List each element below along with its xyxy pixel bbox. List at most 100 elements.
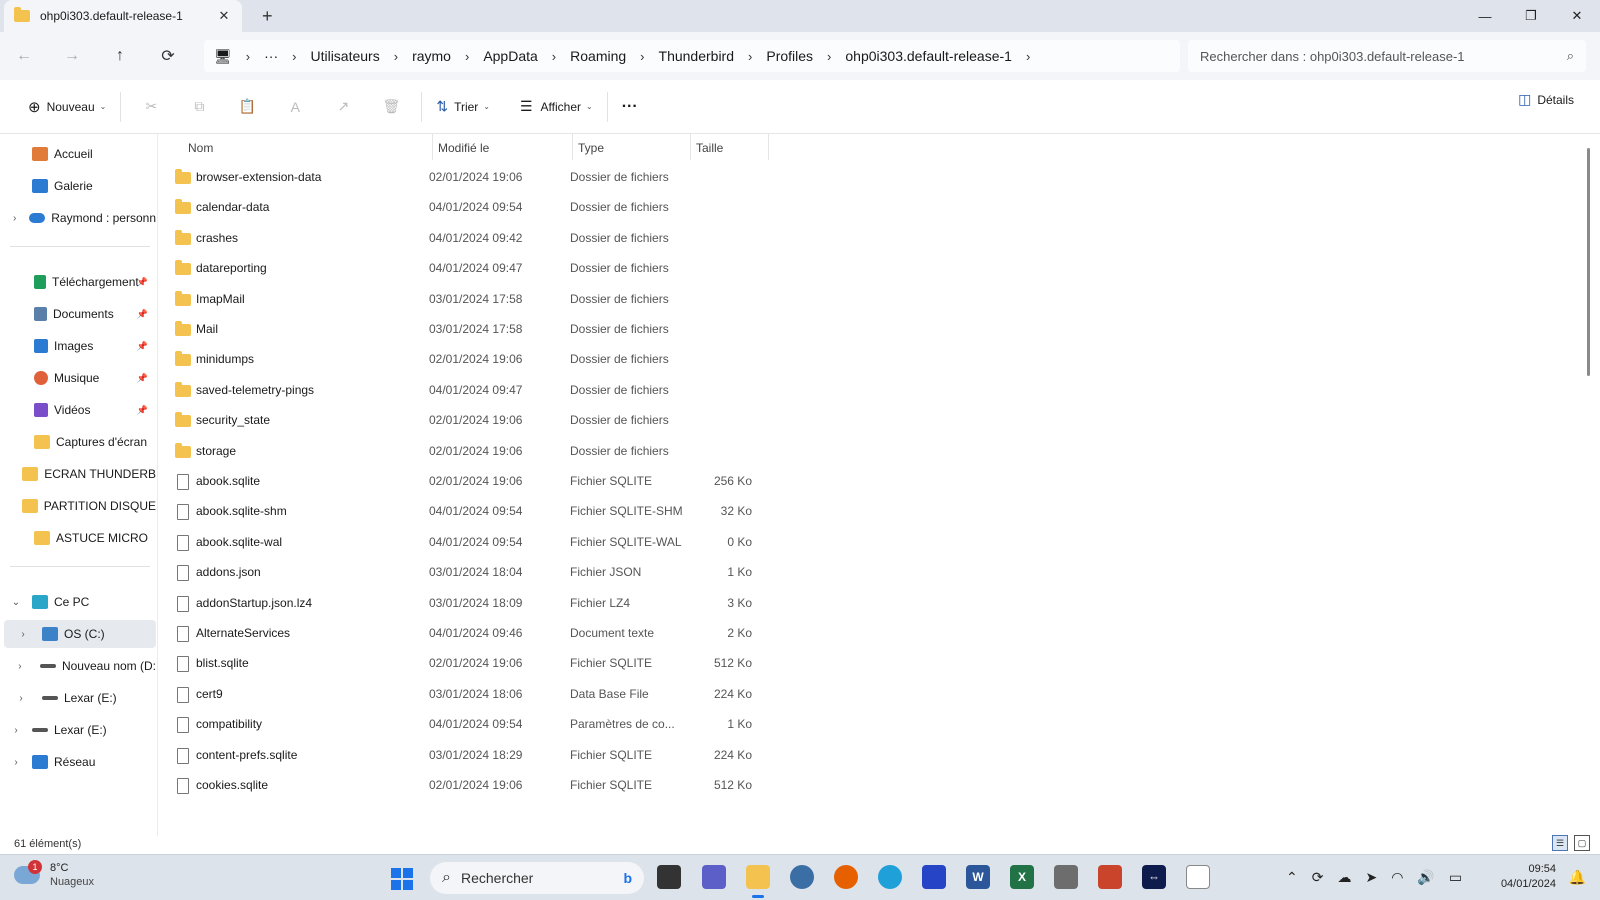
share-button[interactable]: ↗ [319,91,367,123]
expand-chevron-icon[interactable]: › [0,757,32,768]
edge-icon[interactable] [878,865,902,889]
details-pane-button[interactable]: ◫ Détails [1518,91,1574,108]
tiles-view-button[interactable]: ▢ [1574,835,1590,851]
up-button[interactable]: ↑ [96,36,144,76]
start-button[interactable] [391,868,413,890]
file-row[interactable]: storage 02/01/2024 19:06 Dossier de fichie… [158,436,1578,466]
more-options-button[interactable]: ··· [614,91,646,123]
breadcrumb-ellipsis[interactable]: ··· [264,48,278,64]
file-row[interactable]: addonStartup.json.lz4 03/01/2024 18:09 Fic… [158,588,1578,618]
onedrive-tray-icon[interactable]: ☁ [1337,869,1351,886]
pin-icon[interactable]: 📌 [137,277,148,288]
expand-chevron-icon[interactable]: › [4,629,42,640]
new-tab-button[interactable]: + [262,6,273,27]
cut-button[interactable]: ✂ [127,91,175,123]
rename-button[interactable]: A [271,91,319,123]
file-row[interactable]: browser-extension-data 02/01/2024 19:06 Do… [158,162,1578,192]
breadcrumb-item-current[interactable]: ohp0i303.default-release-1 [845,48,1012,64]
file-row[interactable]: security_state 02/01/2024 19:06 Dossier de… [158,405,1578,435]
file-row[interactable]: saved-telemetry-pings 04/01/2024 09:47 Dos… [158,375,1578,405]
computer-icon[interactable]: 🖥 [214,48,232,65]
delete-button[interactable]: 🗑 [367,91,415,123]
word-icon[interactable]: W [966,865,990,889]
breadcrumb-separator[interactable]: › [394,49,398,64]
file-row[interactable]: abook.sqlite-shm 04/01/2024 09:54 Fichier … [158,496,1578,526]
weather-widget[interactable]: 1 8°C Nuageux [14,860,94,889]
forward-button[interactable]: → [48,36,96,76]
expand-chevron-icon[interactable]: › [0,693,42,704]
breadcrumb-separator[interactable]: › [465,49,469,64]
file-explorer-icon[interactable] [746,865,770,889]
close-tab-icon[interactable]: ✕ [216,8,232,24]
breadcrumb-separator[interactable]: › [1026,49,1030,64]
sidebar-item-lexar-e-root[interactable]: › Lexar (E:) [0,716,156,744]
show-hidden-icons-icon[interactable]: ⌃ [1286,869,1298,886]
breadcrumb-separator[interactable]: › [292,49,296,64]
file-row[interactable]: datareporting 04/01/2024 09:47 Dossier de … [158,253,1578,283]
file-row[interactable]: blist.sqlite 02/01/2024 19:06 Fichier SQLI… [158,648,1578,678]
column-divider[interactable] [768,134,769,160]
sidebar-item-ce-pc[interactable]: ⌄ Ce PC [0,588,156,616]
sidebar-item-captures[interactable]: Captures d'écran [0,428,156,456]
sidebar-item-reseau[interactable]: › Réseau [0,748,156,776]
collapse-chevron-icon[interactable]: ⌄ [0,597,32,608]
file-row[interactable]: ImapMail 03/01/2024 17:58 Dossier de fichi… [158,284,1578,314]
expand-chevron-icon[interactable]: › [0,725,32,736]
column-header-type[interactable]: Type [572,134,690,162]
expand-chevron-icon[interactable]: › [0,661,40,672]
column-header-size[interactable]: Taille [690,134,768,162]
sidebar-item-galerie[interactable]: Galerie [0,172,156,200]
breadcrumb-separator[interactable]: › [827,49,831,64]
volume-icon[interactable]: 🔊 [1417,869,1434,886]
file-row[interactable]: minidumps 02/01/2024 19:06 Dossier de fich… [158,344,1578,374]
taskbar-search[interactable]: ⌕ Rechercher b [430,862,644,894]
sidebar-item-accueil[interactable]: Accueil [0,140,156,168]
breadcrumb-item-thunderbird[interactable]: Thunderbird [659,48,735,64]
sort-button[interactable]: ⇅ Trier ⌄ [428,91,498,123]
notification-bell-icon[interactable]: 🔔 [1569,869,1586,886]
column-header-name[interactable]: Nom [182,134,426,162]
sidebar-item-lexar-e[interactable]: › Lexar (E:) [0,684,156,712]
breadcrumb[interactable]: 🖥 › ··· › Utilisateurs › raymo › AppData… [204,40,1180,72]
file-row[interactable]: abook.sqlite 02/01/2024 19:06 Fichier SQLI… [158,466,1578,496]
pin-icon[interactable]: 📌 [137,405,148,416]
search-input[interactable]: Rechercher dans : ohp0i303.default-relea… [1188,40,1586,72]
column-header-modified[interactable]: Modifié le [432,134,572,162]
sidebar-item-onedrive[interactable]: › Raymond : personn [0,204,156,232]
close-window-button[interactable]: ✕ [1554,0,1600,32]
breadcrumb-item-utilisateurs[interactable]: Utilisateurs [310,48,379,64]
vertical-scrollbar[interactable] [1587,148,1590,376]
breadcrumb-separator[interactable]: › [246,49,250,64]
breadcrumb-separator[interactable]: › [640,49,644,64]
tab-current[interactable]: ohp0i303.default-release-1 ✕ [4,0,242,32]
file-row[interactable]: cookies.sqlite 02/01/2024 19:06 Fichier SQ… [158,770,1578,800]
sidebar-item-partition-disque[interactable]: PARTITION DISQUE [0,492,156,520]
pin-icon[interactable]: 📌 [137,373,148,384]
copy-button[interactable]: ⧉ [175,91,223,123]
breadcrumb-item-appdata[interactable]: AppData [483,48,537,64]
excel-icon[interactable]: X [1010,865,1034,889]
task-view-icon[interactable] [657,865,681,889]
details-view-button[interactable]: ☰ [1552,835,1568,851]
battery-icon[interactable]: ▭ [1449,869,1462,886]
file-row[interactable]: content-prefs.sqlite 03/01/2024 18:29 Fich… [158,740,1578,770]
sidebar-item-astuce-micro[interactable]: ASTUCE MICRO [0,524,156,552]
file-row[interactable]: abook.sqlite-wal 04/01/2024 09:54 Fichier … [158,527,1578,557]
sync-icon[interactable]: ⟳ [1312,869,1324,886]
new-button[interactable]: ⊕ Nouveau ⌄ [20,91,114,123]
file-row[interactable]: crashes 04/01/2024 09:42 Dossier de fichie… [158,223,1578,253]
teams-icon[interactable] [702,865,726,889]
breadcrumb-separator[interactable]: › [552,49,556,64]
clock[interactable]: 09:54 04/01/2024 [1501,862,1556,892]
file-row[interactable]: addons.json 03/01/2024 18:04 Fichier JSON 1… [158,557,1578,587]
sidebar-item-documents[interactable]: Documents 📌 [0,300,156,328]
sidebar-item-videos[interactable]: Vidéos 📌 [0,396,156,424]
sidebar-item-musique[interactable]: Musique 📌 [0,364,156,392]
minimize-button[interactable]: — [1462,0,1508,32]
expand-chevron-icon[interactable]: › [0,213,29,224]
pin-icon[interactable]: 📌 [137,309,148,320]
blank-document-icon[interactable] [1186,865,1210,889]
file-row[interactable]: compatibility 04/01/2024 09:54 Paramètres … [158,709,1578,739]
firefox-icon[interactable] [834,865,858,889]
teamviewer-icon[interactable]: ⇔ [1142,865,1166,889]
